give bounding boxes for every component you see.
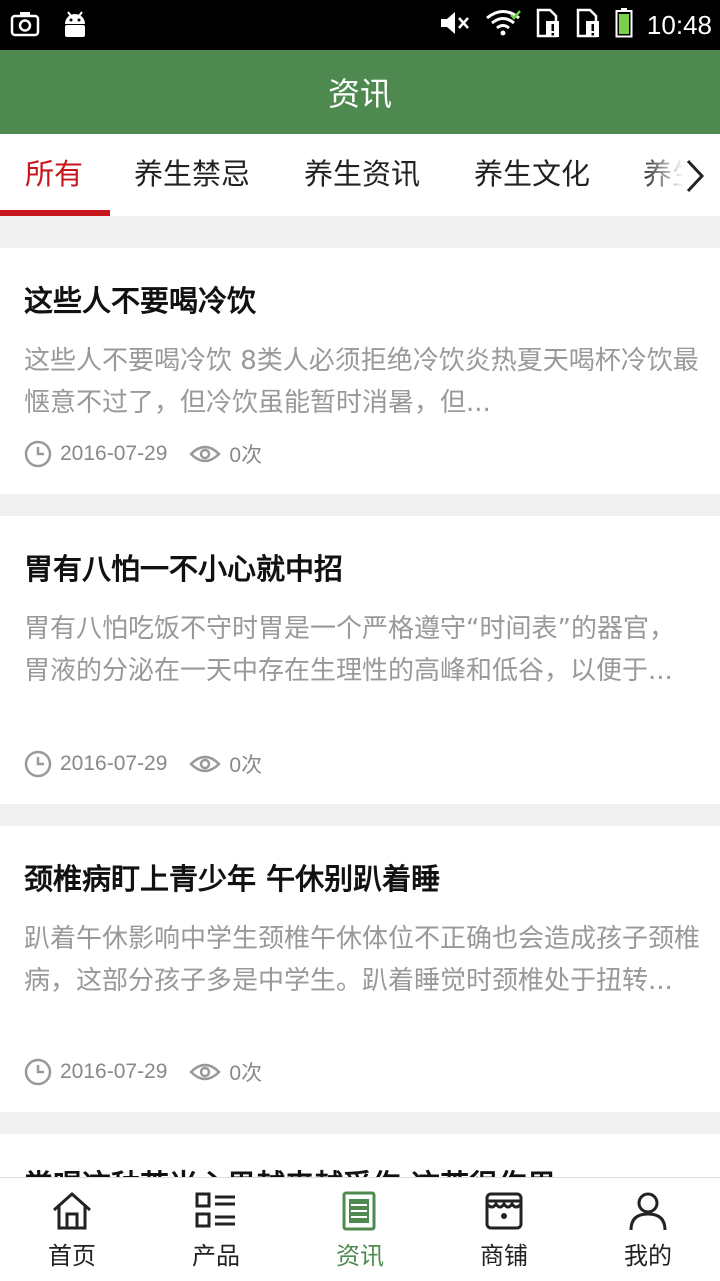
tab-health-taboos[interactable]: 养生禁忌 — [134, 134, 250, 216]
tab-fade — [640, 134, 720, 216]
article-meta: 2016-07-29 0次 — [24, 1056, 262, 1088]
android-icon — [62, 10, 88, 42]
battery-icon — [615, 8, 633, 42]
nav-shops[interactable]: 商铺 — [432, 1178, 576, 1281]
article-summary: 趴着午休影响中学生颈椎午休体位不正确也会造成孩子颈椎病，这部分孩子多是中学生。趴… — [24, 924, 701, 996]
nav-news[interactable]: 资讯 — [288, 1178, 432, 1281]
screenshot-icon — [10, 10, 40, 42]
chevron-right-icon[interactable] — [684, 158, 706, 198]
article-title: 这些人不要喝冷饮 — [24, 284, 257, 318]
eye-icon — [189, 755, 222, 773]
tab-all[interactable]: 所有 — [25, 134, 83, 216]
article-card[interactable]: 这些人不要喝冷饮 这些人不要喝冷饮 8类人必须拒绝冷饮炎热夏天喝杯冷饮最惬意不过… — [0, 248, 720, 494]
nav-products[interactable]: 产品 — [144, 1178, 288, 1281]
article-title: 胃有八怕一不小心就中招 — [24, 552, 344, 586]
tab-health-news[interactable]: 养生资讯 — [304, 134, 420, 216]
sim-alert-icon — [575, 8, 601, 42]
active-tab-indicator — [0, 210, 110, 216]
article-date: 2016-07-29 — [60, 442, 168, 465]
article-views: 0次 — [229, 754, 263, 777]
article-summary: 这些人不要喝冷饮 8类人必须拒绝冷饮炎热夏天喝杯冷饮最惬意不过了，但冷饮虽能暂时… — [24, 346, 699, 418]
home-icon — [53, 1191, 91, 1230]
document-icon — [342, 1191, 376, 1231]
article-views: 0次 — [229, 444, 263, 467]
article-card[interactable]: 颈椎病盯上青少年 午休别趴着睡 趴着午休影响中学生颈椎午休体位不正确也会造成孩子… — [0, 826, 720, 1112]
clock-icon — [24, 750, 52, 778]
tab-health-culture[interactable]: 养生文化 — [474, 134, 590, 216]
article-title: 颈椎病盯上青少年 午休别趴着睡 — [24, 862, 441, 896]
nav-mine[interactable]: 我的 — [576, 1178, 720, 1281]
nav-home[interactable]: 首页 — [0, 1178, 144, 1281]
article-summary: 胃有八怕吃饭不守时胃是一个严格遵守“时间表”的器官，胃液的分泌在一天中存在生理性… — [24, 614, 675, 686]
bottom-nav: 首页 产品 资讯 商铺 我的 — [0, 1177, 720, 1281]
clock: 10:48 — [646, 9, 712, 40]
article-card[interactable]: 胃有八怕一不小心就中招 胃有八怕吃饭不守时胃是一个严格遵守“时间表”的器官，胃液… — [0, 516, 720, 804]
user-icon — [629, 1192, 667, 1231]
article-meta: 2016-07-29 0次 — [24, 438, 262, 470]
article-meta: 2016-07-29 0次 — [24, 748, 262, 780]
clock-icon — [24, 440, 52, 468]
wifi-icon — [485, 9, 521, 41]
eye-icon — [189, 445, 222, 463]
category-tabs: 所有 养生禁忌 养生资讯 养生文化 养生 — [0, 134, 720, 216]
list-grid-icon — [195, 1192, 235, 1228]
shop-icon — [485, 1192, 523, 1230]
mute-icon — [439, 9, 471, 41]
article-date: 2016-07-29 — [60, 752, 168, 775]
status-bar: 10:48 — [0, 0, 720, 50]
clock-icon — [24, 1058, 52, 1086]
eye-icon — [189, 1063, 222, 1081]
header-bar: 资讯 — [0, 50, 720, 134]
article-date: 2016-07-29 — [60, 1060, 168, 1083]
page-title: 资讯 — [327, 75, 392, 113]
sim-alert-icon — [535, 8, 561, 42]
article-views: 0次 — [229, 1062, 263, 1085]
